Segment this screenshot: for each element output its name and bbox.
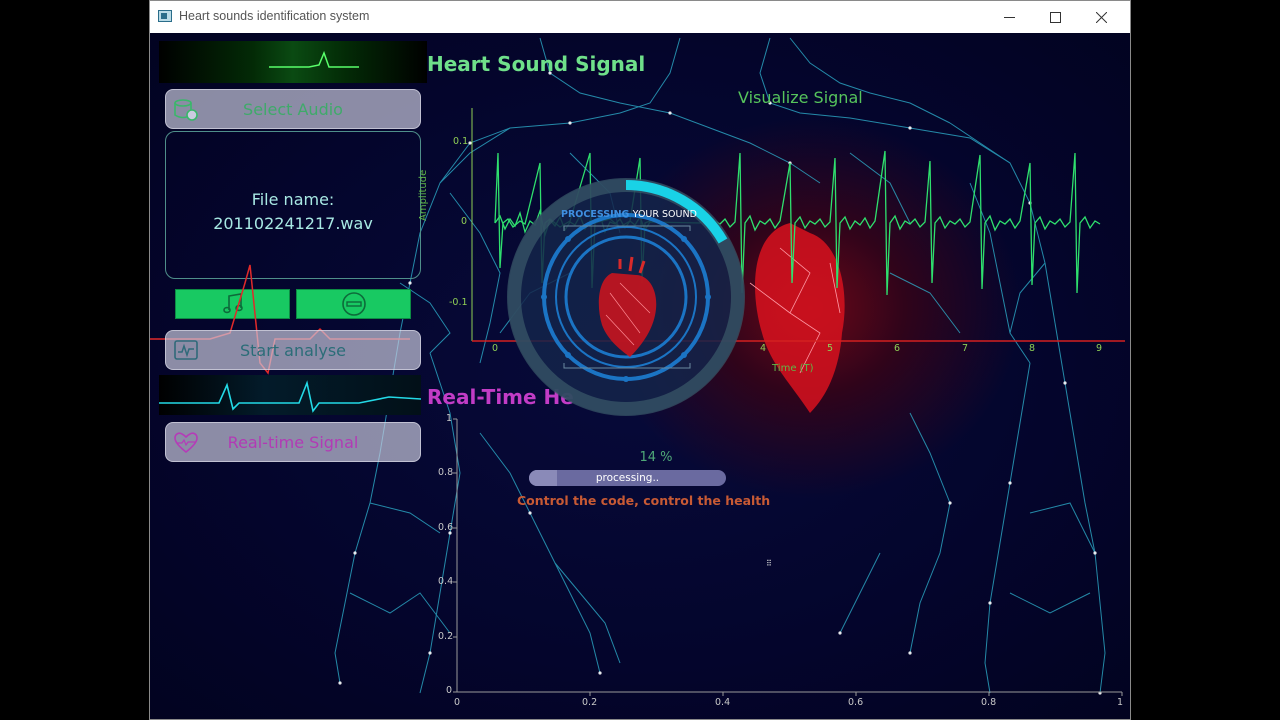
processing-ring <box>507 178 745 416</box>
progress-text: processing.. <box>595 472 660 484</box>
minimize-icon <box>1004 17 1015 18</box>
app-window: Heart sounds identification system Heart… <box>149 0 1131 720</box>
progress-bar: processing.. <box>529 470 726 486</box>
ring-word-sound: YOUR SOUND <box>632 209 697 220</box>
main-canvas: Heart Sound Signal Visualize Signal Sele… <box>150 33 1130 719</box>
ring-status-text: PROCESSING YOUR SOUND <box>561 209 697 220</box>
tagline: Control the code, control the health <box>517 493 771 508</box>
ring-word-processing: PROCESSING <box>561 209 630 220</box>
minimize-button[interactable] <box>986 1 1032 33</box>
close-icon <box>1096 12 1107 23</box>
app-icon <box>158 10 172 22</box>
progress-percent: 14 % <box>639 450 673 465</box>
maximize-button[interactable] <box>1032 1 1078 33</box>
window-title: Heart sounds identification system <box>179 9 370 23</box>
title-bar[interactable]: Heart sounds identification system <box>150 1 1130 33</box>
resize-grip-icon[interactable]: ⠿ <box>766 559 774 568</box>
close-button[interactable] <box>1078 1 1124 33</box>
maximize-icon <box>1050 12 1061 23</box>
